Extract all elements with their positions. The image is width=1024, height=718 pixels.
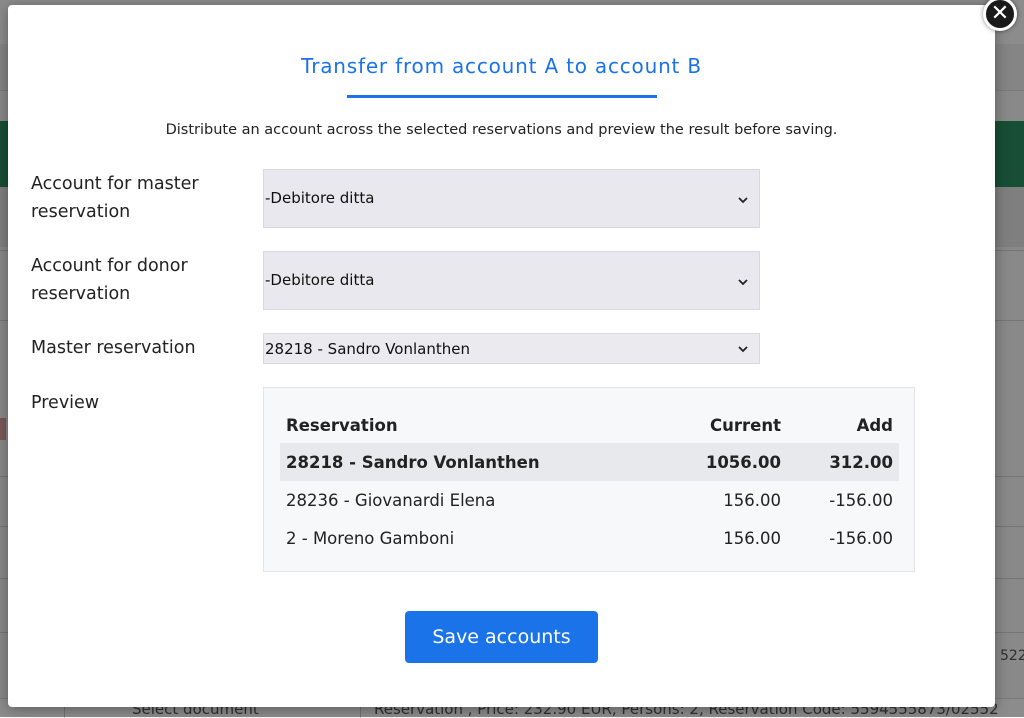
row-reservation: 28218 - Sandro Vonlanthen xyxy=(280,443,645,481)
close-button[interactable]: ✕ xyxy=(983,0,1017,31)
modal-title: Transfer from account A to account B xyxy=(301,54,702,78)
row-current: 156.00 xyxy=(723,528,781,548)
transfer-modal: ✕ Transfer from account A to account B D… xyxy=(8,0,1017,707)
preview-row: 2 - Moreno Gamboni 156.00 -156.00 xyxy=(280,519,899,557)
chevron-down-icon xyxy=(738,279,748,286)
row-current: 156.00 xyxy=(723,490,781,510)
title-underline xyxy=(347,95,657,98)
header-reservation: Reservation xyxy=(286,415,398,435)
master-account-value: -Debitore ditta xyxy=(265,189,375,207)
chevron-down-icon xyxy=(738,346,748,353)
modal-intro-text: Distribute an account across the selecte… xyxy=(165,122,838,138)
preview-table: Reservation Current Add 28218 - Sandro V… xyxy=(280,407,899,557)
close-icon: ✕ xyxy=(990,1,1010,26)
preview-header-row: Reservation Current Add xyxy=(280,407,899,443)
save-accounts-button[interactable]: Save accounts xyxy=(405,611,598,663)
master-reservation-value: 28218 - Sandro Vonlanthen xyxy=(265,340,470,358)
preview-row: 28236 - Giovanardi Elena 156.00 -156.00 xyxy=(280,481,899,519)
donor-account-value: -Debitore ditta xyxy=(265,271,375,289)
master-reservation-label: Master reservation xyxy=(31,338,196,358)
preview-label: Preview xyxy=(31,393,100,413)
row-add: -156.00 xyxy=(829,490,893,510)
row-add: 312.00 xyxy=(787,443,899,481)
chevron-down-icon xyxy=(738,197,748,204)
master-reservation-select[interactable]: 28218 - Sandro Vonlanthen xyxy=(263,333,760,364)
preview-panel: Reservation Current Add 28218 - Sandro V… xyxy=(263,387,915,572)
master-account-label: Account for master reservation xyxy=(31,174,199,222)
donor-account-select[interactable]: -Debitore ditta xyxy=(263,251,760,310)
row-reservation: 28236 - Giovanardi Elena xyxy=(286,490,496,510)
row-reservation: 2 - Moreno Gamboni xyxy=(286,528,455,548)
preview-row-master: 28218 - Sandro Vonlanthen 1056.00 312.00 xyxy=(280,443,899,481)
header-add: Add xyxy=(856,415,893,435)
row-add: -156.00 xyxy=(829,528,893,548)
row-current: 1056.00 xyxy=(645,443,787,481)
donor-account-label: Account for donor reservation xyxy=(31,256,188,304)
master-account-select[interactable]: -Debitore ditta xyxy=(263,169,760,228)
header-current: Current xyxy=(710,415,781,435)
